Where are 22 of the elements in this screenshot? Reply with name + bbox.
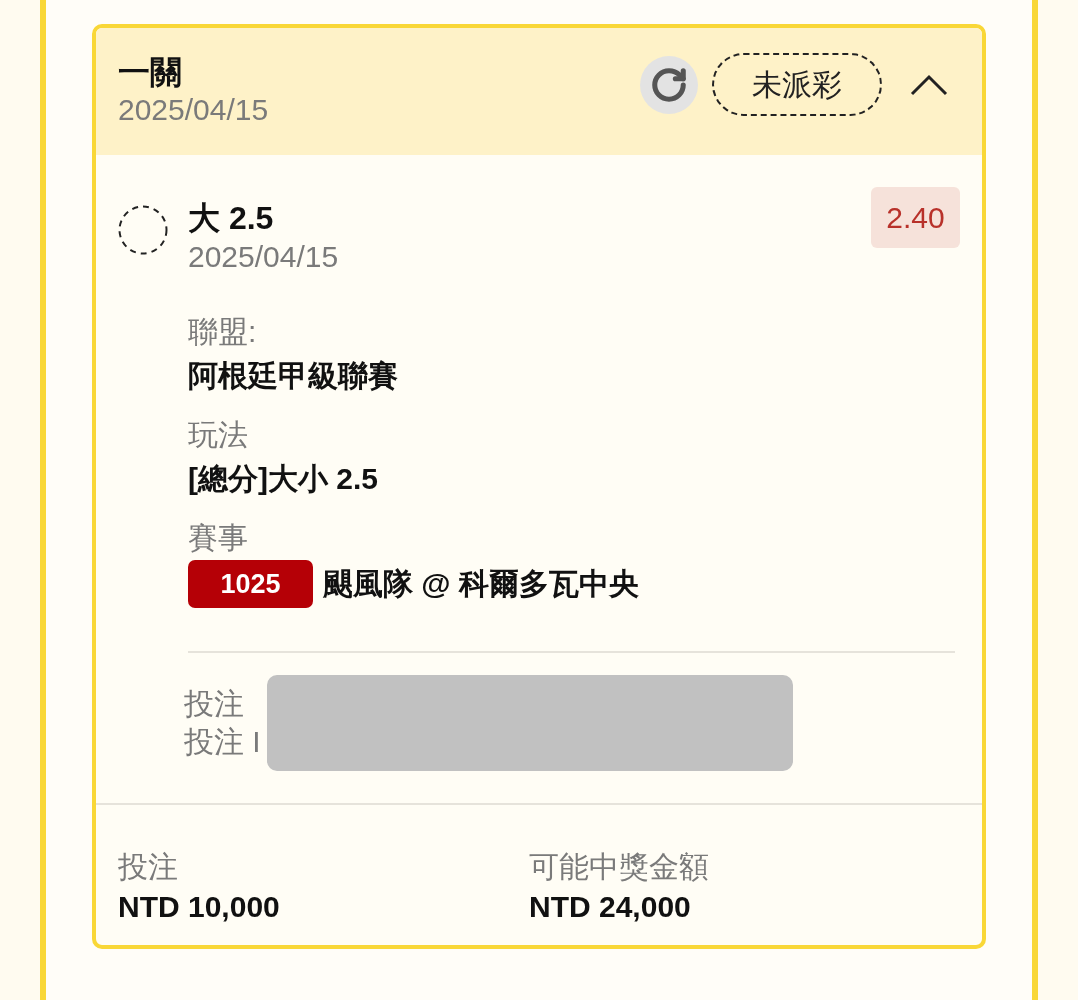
- dashed-circle-icon: [118, 205, 168, 255]
- chevron-up-icon[interactable]: [910, 73, 948, 96]
- match-number-tag: 1025: [188, 560, 313, 608]
- selection-name: 大 2.5: [188, 199, 275, 238]
- summary-label: 投注: [118, 849, 179, 885]
- summary-value: NTD 24,000: [529, 889, 692, 925]
- detail-value: 颶風隊 @ 科爾多瓦中央: [323, 566, 639, 602]
- bet-info-label: 投注: [184, 686, 245, 722]
- summary-label: 可能中獎金額: [529, 849, 709, 885]
- detail-label: 玩法: [188, 417, 249, 453]
- detail-label: 賽事: [188, 520, 249, 556]
- detail-value: 阿根廷甲級聯賽: [188, 358, 399, 394]
- odds-tag: 2.40: [871, 187, 960, 248]
- detail-value: [總分]大小 2.5: [188, 461, 380, 497]
- selection-date: 2025/04/15: [188, 239, 339, 275]
- detail-label: 聯盟:: [188, 314, 258, 350]
- card-title: 一關: [118, 53, 183, 91]
- status-tag: 未派彩: [712, 53, 882, 116]
- card-date: 2025/04/15: [118, 92, 269, 128]
- bet-info-label: 投注 I: [184, 724, 261, 760]
- refresh-icon: [650, 65, 688, 104]
- summary-value: NTD 10,000: [118, 889, 281, 925]
